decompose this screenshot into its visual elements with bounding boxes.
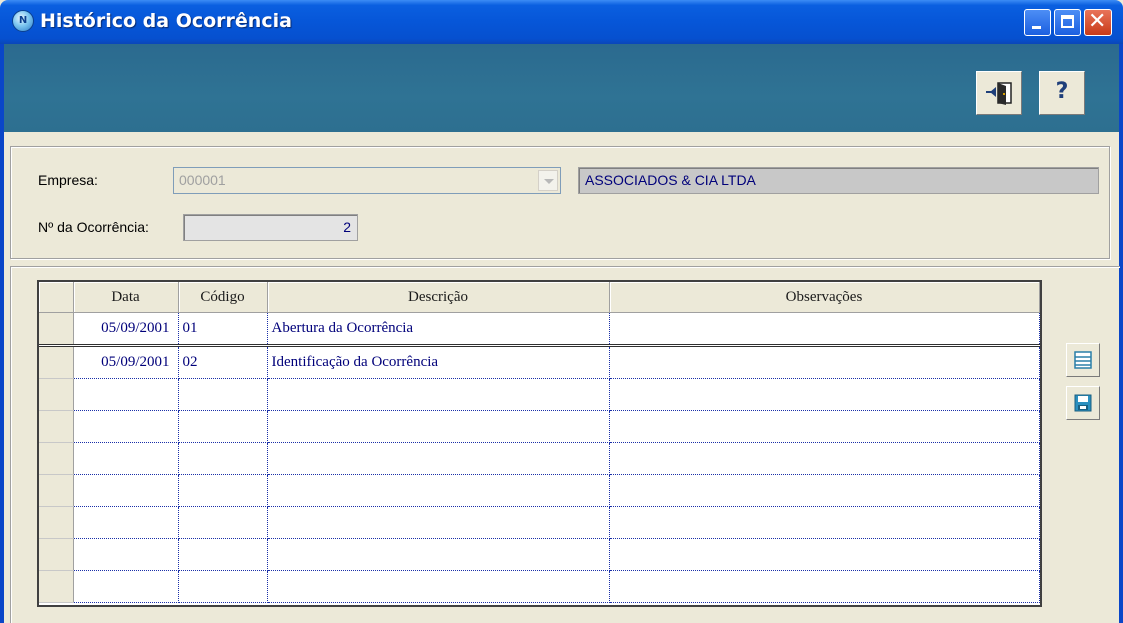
column-header-descricao[interactable]: Descrição (267, 282, 610, 313)
cell-descricao[interactable] (267, 538, 610, 571)
column-header-codigo[interactable]: Código (178, 282, 268, 313)
column-header-observacoes[interactable]: Observações (609, 282, 1040, 313)
cell-data[interactable]: 05/09/2001 (73, 345, 179, 379)
cell-data[interactable] (73, 538, 179, 571)
cell-descricao[interactable] (267, 506, 610, 539)
column-header-data[interactable]: Data (73, 282, 179, 313)
cell-codigo[interactable] (178, 378, 268, 411)
app-icon: N (12, 10, 34, 32)
row-indicator[interactable] (39, 345, 74, 379)
table-row[interactable] (39, 378, 1040, 411)
table-row[interactable] (39, 538, 1040, 571)
cell-codigo[interactable] (178, 410, 268, 443)
close-button[interactable]: ✕ (1084, 9, 1112, 36)
ocorrencia-label: Nº da Ocorrência: (38, 219, 149, 235)
cell-descricao[interactable] (267, 410, 610, 443)
empresa-dropdown-button[interactable] (538, 170, 558, 191)
empresa-combo[interactable]: 000001 (173, 167, 561, 194)
window-border-left (0, 44, 4, 623)
save-button[interactable] (1066, 386, 1100, 420)
cell-observacoes[interactable] (609, 345, 1040, 379)
table-row[interactable] (39, 442, 1040, 475)
ocorrencia-value: 2 (343, 219, 351, 235)
row-indicator-header (39, 282, 74, 313)
title-bar[interactable]: N Histórico da Ocorrência ✕ (0, 0, 1123, 44)
table-row[interactable]: 05/09/2001 01 Abertura da Ocorrência (39, 312, 1040, 347)
history-window: N Histórico da Ocorrência ✕ ? Empresa: 0… (0, 0, 1123, 623)
cell-observacoes[interactable] (609, 570, 1040, 603)
exit-button[interactable] (976, 71, 1022, 115)
table-row[interactable]: 05/09/2001 02 Identificação da Ocorrênci… (39, 345, 1040, 379)
table-row[interactable] (39, 570, 1040, 603)
cell-observacoes[interactable] (609, 538, 1040, 571)
cell-codigo[interactable] (178, 570, 268, 603)
empresa-name-field: ASSOCIADOS & CIA LTDA (578, 167, 1099, 194)
minimize-icon (1032, 26, 1041, 29)
list-icon (1074, 351, 1092, 369)
row-indicator[interactable] (39, 570, 74, 603)
help-icon: ? (1055, 79, 1069, 104)
cell-observacoes[interactable] (609, 312, 1040, 347)
maximize-button[interactable] (1054, 9, 1081, 36)
close-icon: ✕ (1088, 9, 1107, 34)
row-indicator[interactable] (39, 538, 74, 571)
row-indicator[interactable] (39, 474, 74, 507)
help-button[interactable]: ? (1039, 71, 1085, 115)
cell-descricao[interactable] (267, 474, 610, 507)
row-indicator[interactable] (39, 506, 74, 539)
list-button[interactable] (1066, 343, 1100, 377)
cell-observacoes[interactable] (609, 474, 1040, 507)
row-indicator[interactable] (39, 312, 74, 347)
cell-codigo[interactable] (178, 538, 268, 571)
table-row[interactable] (39, 474, 1040, 507)
cell-codigo[interactable] (178, 442, 268, 475)
cell-data[interactable] (73, 474, 179, 507)
cell-data[interactable] (73, 442, 179, 475)
cell-codigo[interactable]: 02 (178, 345, 268, 379)
cell-observacoes[interactable] (609, 506, 1040, 539)
cell-observacoes[interactable] (609, 442, 1040, 475)
table-row[interactable] (39, 410, 1040, 443)
chevron-down-icon (544, 179, 554, 184)
row-indicator[interactable] (39, 410, 74, 443)
ocorrencia-field: 2 (183, 214, 358, 241)
cell-descricao[interactable] (267, 378, 610, 411)
window-title: Histórico da Ocorrência (40, 10, 292, 32)
history-grid[interactable]: Data Código Descrição Observações 05/09/… (37, 280, 1042, 607)
toolbar: ? (0, 44, 1123, 132)
grid-header-row: Data Código Descrição Observações (39, 282, 1040, 313)
cell-observacoes[interactable] (609, 378, 1040, 411)
minimize-button[interactable] (1024, 9, 1051, 36)
cell-codigo[interactable]: 01 (178, 312, 268, 347)
cell-observacoes[interactable] (609, 410, 1040, 443)
cell-data[interactable] (73, 570, 179, 603)
empresa-name: ASSOCIADOS & CIA LTDA (585, 172, 756, 188)
empresa-label: Empresa: (38, 172, 98, 188)
row-indicator[interactable] (39, 378, 74, 411)
table-row[interactable] (39, 506, 1040, 539)
header-panel (10, 146, 1110, 259)
cell-data[interactable] (73, 378, 179, 411)
save-disk-icon (1074, 394, 1092, 412)
cell-codigo[interactable] (178, 474, 268, 507)
cell-descricao[interactable] (267, 570, 610, 603)
cell-descricao[interactable]: Abertura da Ocorrência (267, 312, 610, 347)
cell-data[interactable]: 05/09/2001 (73, 312, 179, 347)
history-table: Data Código Descrição Observações 05/09/… (39, 282, 1040, 603)
cell-codigo[interactable] (178, 506, 268, 539)
maximize-icon (1061, 15, 1074, 28)
cell-descricao[interactable] (267, 442, 610, 475)
empresa-code: 000001 (179, 172, 226, 188)
row-indicator[interactable] (39, 442, 74, 475)
cell-data[interactable] (73, 506, 179, 539)
cell-descricao[interactable]: Identificação da Ocorrência (267, 345, 610, 379)
exit-door-icon (986, 82, 1012, 105)
cell-data[interactable] (73, 410, 179, 443)
